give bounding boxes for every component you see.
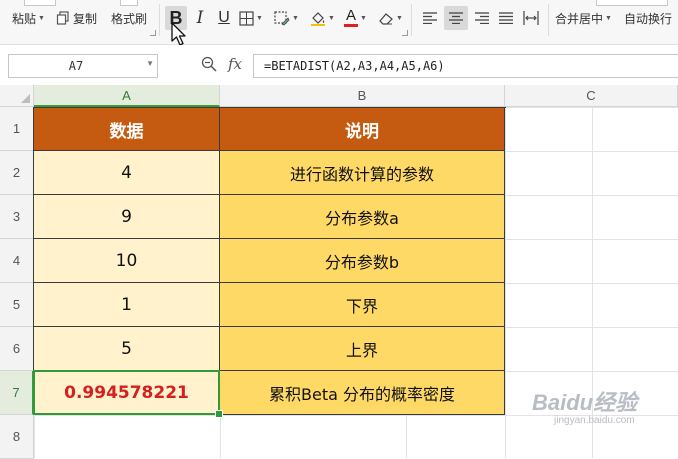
dialog-launcher-icon[interactable] xyxy=(150,30,156,36)
paste-label: 粘贴 xyxy=(12,11,37,26)
name-box[interactable]: A7 ▼ xyxy=(8,54,158,78)
align-left-button[interactable] xyxy=(420,8,440,28)
font-color-icon: A xyxy=(344,8,358,27)
data-cell[interactable]: 9 xyxy=(34,195,220,239)
select-all-triangle-icon xyxy=(21,94,30,103)
data-cell[interactable]: 4 xyxy=(34,151,220,195)
formula-text: =BETADIST(A2,A3,A4,A5,A6) xyxy=(264,59,445,73)
distribute-button[interactable] xyxy=(520,7,542,29)
description-cell[interactable]: 进行函数计算的参数 xyxy=(220,151,505,195)
description-cell[interactable]: 分布参数a xyxy=(220,195,505,239)
divider xyxy=(411,4,412,36)
name-box-value: A7 xyxy=(68,59,84,73)
chevron-down-icon: ▼ xyxy=(292,14,299,22)
row-header-1[interactable]: 1 xyxy=(0,107,34,151)
auto-wrap-label: 自动换行 xyxy=(624,11,673,26)
chevron-down-icon: ▼ xyxy=(396,14,403,22)
align-right-button[interactable] xyxy=(472,8,492,28)
row-header-7[interactable]: 7 xyxy=(0,371,34,415)
italic-button[interactable]: I xyxy=(192,6,208,30)
chevron-down-icon: ▼ xyxy=(38,14,45,22)
chevron-down-icon: ▼ xyxy=(360,14,367,22)
column-header-c[interactable]: C xyxy=(505,85,678,107)
borders-icon xyxy=(239,10,254,26)
gridline xyxy=(505,107,506,458)
zoom-search-icon[interactable] xyxy=(201,56,217,77)
data-cell[interactable]: 1 xyxy=(34,283,220,327)
insert-function-button[interactable]: fx xyxy=(228,55,242,73)
row-header-5[interactable]: 5 xyxy=(0,283,34,327)
description-cell[interactable]: 下界 xyxy=(220,283,505,327)
ribbon-top-stub xyxy=(120,0,138,6)
watermark-logo: Baidu经验 jingyan.baidu.com xyxy=(532,385,637,426)
chevron-down-icon: ▼ xyxy=(256,14,263,22)
dialog-launcher-icon[interactable] xyxy=(402,30,408,36)
row-header-2[interactable]: 2 xyxy=(0,151,34,195)
distribute-icon xyxy=(523,11,539,25)
formula-bar: A7 ▼ fx =BETADIST(A2,A3,A4,A5,A6) xyxy=(0,45,678,86)
format-painter-label: 格式刷 xyxy=(111,11,148,26)
description-cell[interactable]: 累积Beta 分布的概率密度 xyxy=(220,371,505,415)
borders-button[interactable]: ▼ xyxy=(239,8,263,28)
paint-bucket-icon xyxy=(310,10,326,26)
format-painter-button[interactable]: 格式刷 xyxy=(111,9,147,27)
underline-icon: U xyxy=(218,9,230,26)
ribbon-top-stub xyxy=(24,0,56,6)
divider xyxy=(159,4,160,36)
copy-icon xyxy=(56,11,70,25)
row-header-6[interactable]: 6 xyxy=(0,327,34,371)
justify-icon xyxy=(499,12,513,24)
ribbon-top-stub xyxy=(596,0,668,6)
formula-input[interactable]: =BETADIST(A2,A3,A4,A5,A6) xyxy=(253,54,678,78)
fill-handle[interactable] xyxy=(215,410,223,418)
watermark-url: jingyan.baidu.com xyxy=(554,415,635,426)
align-right-icon xyxy=(475,12,489,24)
select-all-button[interactable] xyxy=(0,85,34,107)
paste-button[interactable]: 粘贴 ▼ xyxy=(12,9,45,27)
fill-pattern-icon xyxy=(274,10,290,26)
result-cell[interactable]: 0.994578221 xyxy=(34,371,220,415)
justify-button[interactable] xyxy=(496,8,516,28)
fill-pattern-button[interactable]: ▼ xyxy=(274,8,299,28)
table-header-cell[interactable]: 说明 xyxy=(220,108,505,151)
row-header-4[interactable]: 4 xyxy=(0,239,34,283)
italic-icon: I xyxy=(196,8,204,28)
data-cell[interactable]: 5 xyxy=(34,327,220,371)
underline-button[interactable]: U xyxy=(214,6,234,30)
watermark-brand: Baidu经验 xyxy=(532,390,638,415)
copy-button[interactable]: 复制 xyxy=(56,8,97,28)
column-header-b[interactable]: B xyxy=(220,85,505,107)
column-header-a[interactable]: A xyxy=(34,85,220,107)
eraser-icon xyxy=(378,11,394,26)
row-header-8[interactable]: 8 xyxy=(0,415,34,459)
row-header-3[interactable]: 3 xyxy=(0,195,34,239)
divider xyxy=(548,4,549,36)
align-center-icon xyxy=(449,12,463,24)
align-left-icon xyxy=(423,12,437,24)
ribbon-toolbar: 粘贴 ▼ 复制 格式刷 B I U ▼ ▼ ▼ A ▼ ▼ 合并居中 ▼ 自动换… xyxy=(0,0,678,45)
chevron-down-icon[interactable]: ▼ xyxy=(146,59,154,68)
chevron-down-icon: ▼ xyxy=(328,14,335,22)
fill-color-button[interactable]: ▼ xyxy=(310,8,335,28)
auto-wrap-button[interactable]: 自动换行 xyxy=(624,9,672,27)
merge-center-label: 合并居中 xyxy=(555,11,604,26)
description-cell[interactable]: 上界 xyxy=(220,327,505,371)
font-color-button[interactable]: A ▼ xyxy=(344,7,367,29)
chevron-down-icon: ▼ xyxy=(605,14,612,22)
merge-center-button[interactable]: 合并居中 ▼ xyxy=(555,9,612,27)
table-header-cell[interactable]: 数据 xyxy=(34,108,220,151)
description-cell[interactable]: 分布参数b xyxy=(220,239,505,283)
clear-button[interactable]: ▼ xyxy=(378,8,403,28)
copy-label: 复制 xyxy=(73,11,98,26)
align-center-button[interactable] xyxy=(444,6,468,30)
data-cell[interactable]: 10 xyxy=(34,239,220,283)
